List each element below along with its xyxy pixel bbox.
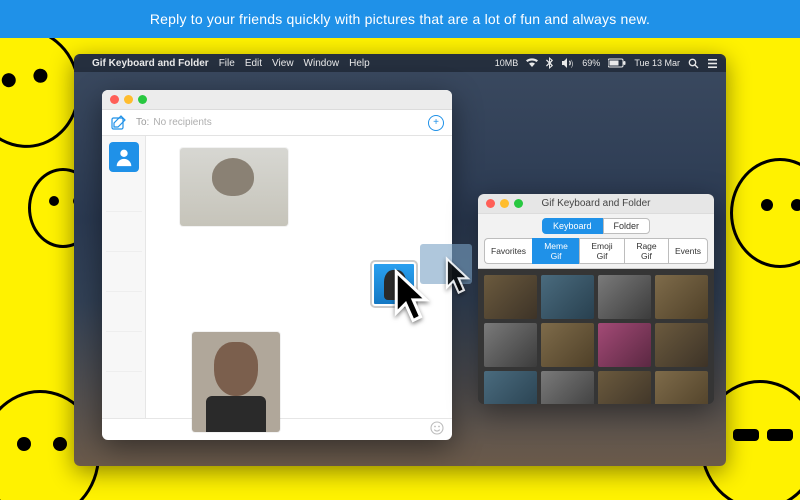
zoom-icon[interactable] (138, 95, 147, 104)
volume-icon[interactable] (562, 58, 574, 69)
gif-thumbnail[interactable] (598, 371, 651, 404)
search-icon[interactable] (688, 57, 699, 68)
menubar-item-file[interactable]: File (219, 58, 235, 69)
cat-events[interactable]: Events (668, 238, 708, 264)
gif-thumbnail[interactable] (484, 275, 537, 319)
messages-toolbar: To: No recipients + (102, 110, 452, 136)
gif-thumbnail[interactable] (598, 275, 651, 319)
menubar-item-window[interactable]: Window (304, 58, 340, 69)
menubar-item-help[interactable]: Help (349, 58, 370, 69)
menubar-app-name[interactable]: Gif Keyboard and Folder (92, 58, 209, 69)
gif-thumbnail[interactable] (484, 323, 537, 367)
gif-thumbnail[interactable] (598, 323, 651, 367)
dropped-gif-cat[interactable] (180, 148, 288, 226)
cat-meme-gif[interactable]: Meme Gif (532, 238, 579, 264)
close-icon[interactable] (486, 199, 495, 208)
minimize-icon[interactable] (500, 199, 509, 208)
notification-center-icon[interactable] (707, 57, 718, 68)
gif-thumbnail[interactable] (655, 323, 708, 367)
gif-window-titlebar[interactable]: Gif Keyboard and Folder (478, 194, 714, 214)
category-segmented-control[interactable]: Favorites Meme Gif Emoji Gif Rage Gif Ev… (478, 236, 714, 269)
menubar-item-view[interactable]: View (272, 58, 294, 69)
menubar-right: 10MB 69% Tue 13 Mar (495, 57, 718, 69)
zoom-icon[interactable] (514, 199, 523, 208)
gif-grid (478, 269, 714, 404)
menubar-datetime[interactable]: Tue 13 Mar (634, 58, 680, 68)
macos-menubar: Gif Keyboard and Folder File Edit View W… (74, 54, 726, 72)
details-button[interactable]: + (428, 115, 444, 131)
gif-thumbnail[interactable] (484, 371, 537, 404)
cat-rage-gif[interactable]: Rage Gif (624, 238, 668, 264)
battery-icon[interactable] (608, 58, 626, 69)
net-speed-indicator[interactable]: 10MB (495, 58, 519, 68)
mode-segmented-control[interactable]: Keyboard Folder (478, 214, 714, 236)
tab-keyboard[interactable]: Keyboard (542, 218, 603, 234)
menubar-item-edit[interactable]: Edit (245, 58, 262, 69)
window-controls[interactable] (110, 95, 147, 104)
conversation-slot[interactable] (106, 256, 142, 292)
gif-thumbnail[interactable] (541, 323, 594, 367)
minimize-icon[interactable] (124, 95, 133, 104)
cat-favorites[interactable]: Favorites (484, 238, 532, 264)
to-label: To: (136, 117, 149, 128)
gif-window-title: Gif Keyboard and Folder (542, 198, 651, 209)
dropped-gif-person[interactable] (192, 332, 280, 432)
smile-icon[interactable] (430, 421, 444, 438)
to-field[interactable]: To: No recipients (136, 117, 420, 128)
promo-banner-text: Reply to your friends quickly with pictu… (150, 11, 650, 27)
cursor-icon (444, 256, 476, 298)
promo-banner: Reply to your friends quickly with pictu… (0, 0, 800, 38)
gif-thumbnail[interactable] (541, 275, 594, 319)
wifi-icon[interactable] (526, 58, 538, 69)
cat-emoji-gif[interactable]: Emoji Gif (579, 238, 624, 264)
gif-thumbnail[interactable] (541, 371, 594, 404)
gif-thumbnail[interactable] (655, 275, 708, 319)
gif-thumbnail[interactable] (655, 371, 708, 404)
conversation-slot[interactable] (106, 216, 142, 252)
macos-desktop-screenshot: Gif Keyboard and Folder File Edit View W… (74, 54, 726, 466)
meme-face-decor (730, 158, 800, 268)
to-placeholder: No recipients (153, 117, 211, 128)
window-controls[interactable] (486, 199, 523, 208)
conversation-slot[interactable] (106, 176, 142, 212)
background-collage: Gif Keyboard and Folder File Edit View W… (0, 38, 800, 500)
cursor-icon (392, 268, 438, 328)
messages-titlebar[interactable] (102, 90, 452, 110)
new-conversation-avatar[interactable] (109, 142, 139, 172)
compose-button[interactable] (110, 114, 128, 132)
conversation-slot[interactable] (106, 336, 142, 372)
battery-percent[interactable]: 69% (582, 58, 600, 68)
tab-folder[interactable]: Folder (603, 218, 651, 234)
conversation-slot[interactable] (106, 296, 142, 332)
gif-keyboard-window: Gif Keyboard and Folder Keyboard Folder … (478, 194, 714, 404)
conversation-sidebar (102, 136, 146, 418)
close-icon[interactable] (110, 95, 119, 104)
bluetooth-icon[interactable] (546, 57, 554, 69)
